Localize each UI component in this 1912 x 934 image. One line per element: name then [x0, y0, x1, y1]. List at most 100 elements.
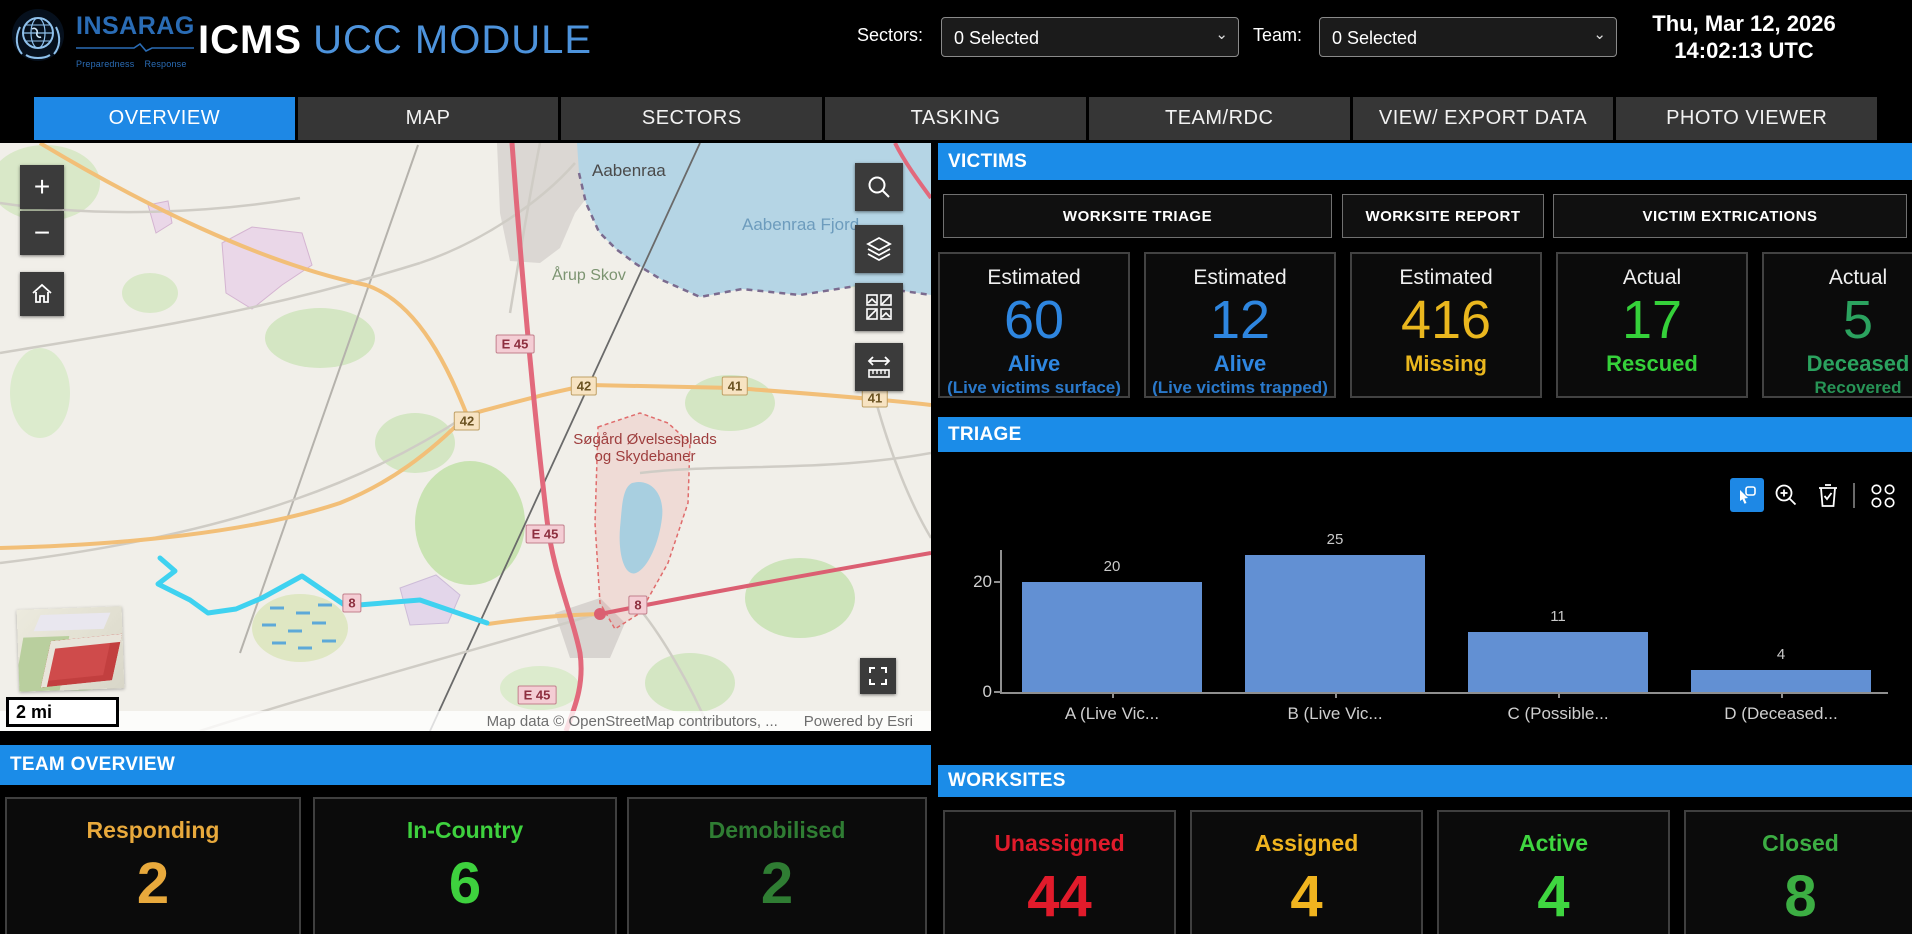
team-overview-title: TEAM OVERVIEW	[10, 754, 176, 775]
stat-value: 60	[1003, 290, 1065, 350]
tab-overview[interactable]: OVERVIEW	[34, 97, 295, 140]
heartbeat-line-icon	[76, 42, 194, 52]
team-in-country-label: In-Country	[406, 817, 524, 843]
measure-icon	[867, 356, 891, 378]
basemap-gallery-icon	[866, 294, 892, 320]
icms-ucc-dashboard: INSARAG Preparedness Response ICMS UCC M…	[0, 0, 1912, 934]
victims-card-actual-rescued: Actual 17 Rescued	[1556, 252, 1748, 398]
app-header: INSARAG Preparedness Response ICMS UCC M…	[0, 0, 1912, 96]
y-axis-line	[1000, 550, 1002, 694]
stat-sub-label: Deceased	[1806, 351, 1910, 376]
stat-sub-label: Alive	[1213, 351, 1267, 376]
team-card-responding: Responding 2	[5, 797, 301, 934]
triage-title: TRIAGE	[948, 423, 1022, 445]
team-demobilised-label: Demobilised	[708, 817, 846, 843]
tab-map[interactable]: MAP	[297, 97, 559, 140]
worksites-card-assigned: Assigned 4	[1190, 810, 1423, 934]
x-tick-mark	[1112, 692, 1114, 698]
victim-extrications-button[interactable]: VICTIM EXTRICATIONS	[1553, 194, 1907, 238]
title-icms: ICMS	[198, 18, 302, 62]
worksites-header: WORKSITES	[938, 765, 1912, 797]
triage-bar[interactable]	[1245, 554, 1425, 692]
worksites-active-label: Active	[1518, 830, 1589, 856]
tagline-response: Response	[144, 59, 187, 69]
search-icon	[868, 176, 890, 198]
sectors-label: Sectors:	[857, 25, 924, 45]
x-axis-category-label: A (Live Vic...	[1064, 704, 1160, 723]
stat-top-label: Estimated	[987, 266, 1081, 289]
team-label: Team:	[1253, 25, 1303, 45]
x-axis-category-label: D (Deceased...	[1724, 704, 1838, 723]
triage-bar-chart[interactable]: 0 20 20 A (Live Vic... 25 B (Live Vic... 11 C (…	[938, 500, 1912, 735]
worksites-closed-label: Closed	[1762, 830, 1839, 856]
victims-title: VICTIMS	[948, 150, 1028, 172]
y-tick-label: 0	[982, 682, 992, 701]
title-ucc-module: UCC MODULE	[313, 18, 593, 62]
map-fullscreen-button[interactable]	[860, 658, 896, 694]
un-insarag-logo-icon	[12, 9, 64, 61]
page-title: ICMS UCC MODULE	[198, 14, 592, 66]
victims-card-est-missing: Estimated 416 Missing	[1350, 252, 1542, 398]
fullscreen-icon	[869, 667, 887, 685]
worksites-card-unassigned: Unassigned 44	[943, 810, 1176, 934]
triage-bar[interactable]	[1468, 631, 1648, 692]
team-responding-value: 2	[136, 851, 170, 916]
map-zoom-in-button[interactable]: +	[20, 165, 64, 209]
worksite-report-button[interactable]: WORKSITE REPORT	[1342, 194, 1544, 238]
x-tick-mark	[1335, 692, 1337, 698]
map-layers-button[interactable]	[855, 225, 903, 273]
team-card-demobilised: Demobilised 2	[627, 797, 927, 934]
map-search-button[interactable]	[855, 163, 903, 211]
stat-value: 5	[1842, 290, 1874, 350]
triage-bar[interactable]	[1691, 670, 1871, 692]
map-home-button[interactable]	[20, 272, 64, 316]
x-tick-mark	[1781, 692, 1783, 698]
tab-team-rdc[interactable]: TEAM/RDC	[1088, 97, 1350, 140]
plus-icon: +	[33, 171, 51, 202]
tagline-preparedness: Preparedness	[76, 59, 135, 69]
worksite-triage-button[interactable]: WORKSITE TRIAGE	[943, 194, 1332, 238]
worksites-card-active: Active 4	[1437, 810, 1670, 934]
tab-tasking[interactable]: TASKING	[825, 97, 1086, 140]
worksites-card-closed: Closed 8	[1684, 810, 1912, 934]
team-card-in-country: In-Country 6	[313, 797, 617, 934]
stat-top-label: Estimated	[1193, 266, 1287, 289]
team-responding-label: Responding	[86, 817, 220, 843]
map-basemap-gallery-button[interactable]	[855, 283, 903, 331]
x-axis-category-label: C (Possible...	[1507, 704, 1609, 723]
stat-sub-label: Rescued	[1606, 351, 1698, 376]
stat-sub-label: Missing	[1405, 351, 1487, 376]
stat-top-label: Actual	[1622, 266, 1682, 289]
worksites-unassigned-value: 44	[1027, 864, 1092, 929]
worksites-closed-value: 8	[1784, 864, 1817, 929]
map-zoom-out-button[interactable]: −	[20, 211, 64, 255]
bar-value-label: 4	[1776, 646, 1786, 663]
stat-sub2-clipped: Recovered	[1814, 378, 1902, 397]
map-measure-button[interactable]	[855, 343, 903, 391]
stat-sub-label: Alive	[1007, 351, 1061, 376]
insarag-taglines: Preparedness Response	[76, 59, 206, 69]
victims-card-est-alive-2: Estimated 12 Alive (Live victims trapped…	[1144, 252, 1336, 398]
stat-sub2-clipped: (Live victims trapped)	[1152, 378, 1328, 397]
triage-bar[interactable]	[1022, 582, 1202, 692]
minus-icon: −	[33, 217, 51, 248]
attribution-text: Map data © OpenStreetMap contributors, .…	[486, 712, 778, 730]
sectors-select[interactable]: 0 Selected ⌄	[941, 17, 1239, 57]
tab-view-export-data[interactable]: VIEW/ EXPORT DATA	[1352, 97, 1614, 140]
worksites-title: WORKSITES	[948, 770, 1066, 791]
y-tick-label: 20	[973, 572, 992, 591]
worksites-unassigned-label: Unassigned	[994, 830, 1125, 856]
main-nav-tabs: OVERVIEW MAP SECTORS TASKING TEAM/RDC VI…	[34, 97, 1878, 140]
map-inset-preview[interactable]	[16, 606, 125, 692]
worksites-assigned-value: 4	[1290, 864, 1323, 929]
map-canvas[interactable]	[0, 143, 931, 731]
tab-photo-viewer[interactable]: PHOTO VIEWER	[1616, 97, 1878, 140]
stat-value: 12	[1209, 290, 1271, 350]
tab-sectors[interactable]: SECTORS	[561, 97, 823, 140]
y-tick-mark	[994, 691, 1002, 693]
team-demobilised-value: 2	[760, 851, 794, 916]
team-select[interactable]: 0 Selected ⌄	[1319, 17, 1617, 57]
victims-header: VICTIMS	[938, 143, 1912, 180]
worksites-assigned-label: Assigned	[1254, 830, 1359, 856]
scale-label: 2 mi	[16, 702, 53, 722]
